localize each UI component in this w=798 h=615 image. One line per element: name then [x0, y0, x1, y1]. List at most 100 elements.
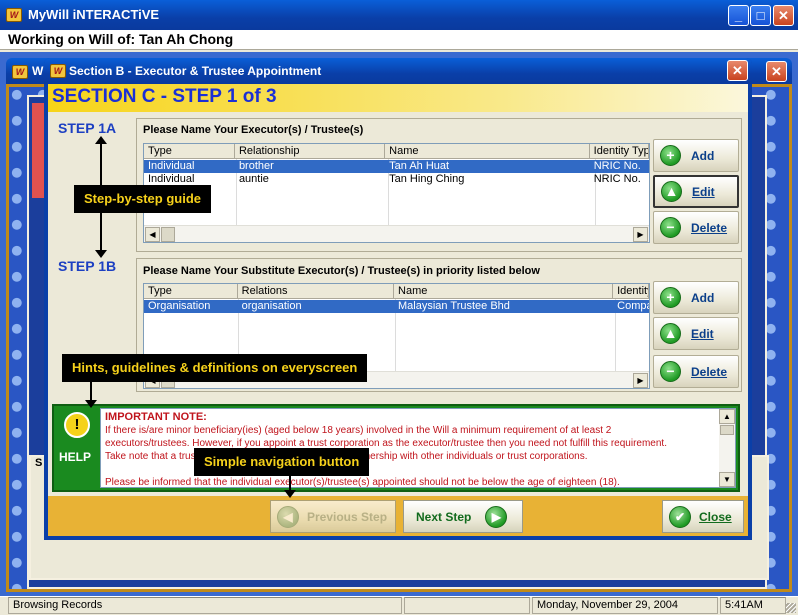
scroll-down-icon[interactable]: ▼ [719, 472, 735, 487]
navigation-bar: ◀ Previous Step Next Step ▶ ✔ Close [48, 496, 748, 536]
working-on-label: Working on Will of: Tan Ah Chong [8, 31, 234, 47]
substitute-edit-button[interactable]: ▲ Edit [653, 317, 739, 350]
scroll-thumb[interactable] [720, 425, 734, 435]
executor-panel: Please Name Your Executor(s) / Trustee(s… [136, 118, 742, 252]
edit-label: Edit [692, 184, 715, 199]
delete-label: Delete [691, 364, 728, 379]
substitute-list-header: Type Relations Name Identity [144, 284, 649, 299]
section-heading-banner: SECTION C - STEP 1 of 3 [48, 84, 748, 112]
substitute-panel-title: Please Name Your Substitute Executor(s) … [143, 265, 540, 277]
cell-name: Tan Hing Ching [389, 173, 465, 185]
substitute-add-button[interactable]: + Add [653, 281, 739, 314]
cell-name: Malaysian Trustee Bhd [398, 300, 510, 312]
col-relations[interactable]: Relations [238, 284, 395, 298]
resize-grip-icon[interactable] [786, 603, 796, 613]
executor-delete-button[interactable]: − Delete [653, 211, 739, 244]
scroll-right-icon[interactable]: ▶ [633, 227, 648, 242]
next-step-button[interactable]: Next Step ▶ [403, 500, 523, 533]
scroll-up-icon[interactable]: ▲ [719, 409, 735, 424]
step-1b-label: STEP 1B [58, 258, 117, 274]
executor-add-button[interactable]: + Add [653, 139, 739, 172]
scroll-left-icon[interactable]: ◀ [145, 227, 160, 242]
background-logo-icon: W [12, 65, 28, 79]
add-label: Add [691, 148, 715, 163]
checkmark-icon: ✔ [669, 505, 691, 528]
substitute-delete-button[interactable]: − Delete [653, 355, 739, 388]
col-name[interactable]: Name [394, 284, 614, 298]
cell-identity: NRIC No. [593, 160, 641, 172]
app-logo-icon: W [6, 8, 22, 22]
help-label[interactable]: HELP [59, 450, 91, 464]
cell-type: Individual [148, 160, 195, 172]
note-title: IMPORTANT NOTE: [105, 411, 207, 423]
callout-hints: Hints, guidelines & definitions on every… [62, 354, 368, 382]
help-vertical-scrollbar[interactable]: ▲ ▼ [719, 409, 735, 487]
status-text: Browsing Records [8, 597, 402, 614]
status-empty-panel [404, 597, 530, 614]
delete-label: Delete [691, 220, 728, 235]
arrow-down-icon [85, 400, 97, 408]
callout-navigation: Simple navigation button [194, 448, 370, 476]
col-name[interactable]: Name [385, 144, 590, 158]
previous-step-button[interactable]: ◀ Previous Step [270, 500, 396, 533]
cell-identity: NRIC No. [593, 173, 641, 185]
cell-name: Tan Ah Huat [389, 160, 450, 172]
cell-identity: Company [617, 300, 649, 312]
next-label: Next Step [416, 509, 472, 524]
background-close-button[interactable]: ✕ [766, 61, 787, 82]
section-heading: SECTION C - STEP 1 of 3 [52, 86, 277, 107]
edit-label: Edit [691, 326, 714, 341]
background-window-title: W [32, 64, 44, 78]
col-relationship[interactable]: Relationship [235, 144, 386, 158]
cell-relations: organisation [241, 300, 302, 312]
close-label: Close [699, 509, 732, 524]
executor-horizontal-scrollbar[interactable]: ◀ ▶ [144, 225, 649, 242]
col-identity[interactable]: Identity [613, 284, 649, 298]
note-line: If there is/are minor beneficiary(ies) (… [105, 425, 612, 436]
dialog-logo-icon: W [50, 64, 66, 78]
cell-type: Organisation [148, 300, 211, 312]
minus-icon: − [660, 217, 681, 238]
callout-step-guide: Step-by-step guide [74, 185, 212, 213]
plus-icon: + [660, 287, 681, 308]
executor-list[interactable]: Type Relationship Name Identity Type Ind… [143, 143, 650, 243]
dialog-title-bar: W Section B - Executor & Trustee Appoint… [44, 58, 752, 84]
col-identity[interactable]: Identity Type [590, 144, 649, 158]
col-type[interactable]: Type [144, 144, 235, 158]
minimize-button[interactable]: _ [728, 5, 749, 26]
scroll-thumb[interactable] [161, 227, 175, 242]
executor-edit-button[interactable]: ▲ Edit [653, 175, 739, 208]
dialog-title: Section B - Executor & Trustee Appointme… [69, 64, 322, 78]
col-type[interactable]: Type [144, 284, 238, 298]
arrow-right-icon: ▶ [485, 505, 508, 528]
scroll-right-icon[interactable]: ▶ [633, 373, 648, 388]
cell-relationship: auntie [238, 173, 269, 185]
executor-list-header: Type Relationship Name Identity Type [144, 144, 649, 159]
arrow-up-icon [95, 136, 107, 144]
minus-icon: − [660, 361, 681, 382]
arrow-down-icon [284, 490, 296, 498]
help-icon[interactable]: ! [64, 412, 90, 438]
app-title-bar: W MyWill iNTERACTiVE _ □ ✕ [0, 0, 798, 30]
arrow-down-icon [95, 250, 107, 258]
dialog-content: SECTION C - STEP 1 of 3 STEP 1A STEP 1B … [48, 84, 748, 536]
help-panel: ! HELP IMPORTANT NOTE: If there is/are m… [52, 404, 740, 492]
table-row[interactable]: Organisation organisation Malaysian Trus… [144, 300, 649, 313]
plus-icon: + [660, 145, 681, 166]
maximize-button[interactable]: □ [750, 5, 771, 26]
triangle-up-icon: ▲ [660, 323, 681, 344]
previous-label: Previous Step [307, 509, 388, 524]
app-title: MyWill iNTERACTiVE [28, 7, 160, 22]
working-bar: Working on Will of: Tan Ah Chong [0, 30, 798, 50]
note-line: Please be informed that the individual e… [105, 477, 620, 488]
step-1a-label: STEP 1A [58, 120, 117, 136]
table-row[interactable]: Individual auntie Tan Hing Ching NRIC No… [144, 173, 649, 186]
cell-relationship: brother [238, 160, 274, 172]
add-label: Add [691, 290, 715, 305]
dialog-window: W Section B - Executor & Trustee Appoint… [44, 58, 752, 540]
close-button[interactable]: ✔ Close [662, 500, 744, 533]
table-row[interactable]: Individual brother Tan Ah Huat NRIC No. [144, 160, 649, 173]
executor-panel-title: Please Name Your Executor(s) / Trustee(s… [143, 124, 364, 136]
dialog-close-button[interactable]: ✕ [727, 60, 748, 81]
app-close-button[interactable]: ✕ [773, 5, 794, 26]
